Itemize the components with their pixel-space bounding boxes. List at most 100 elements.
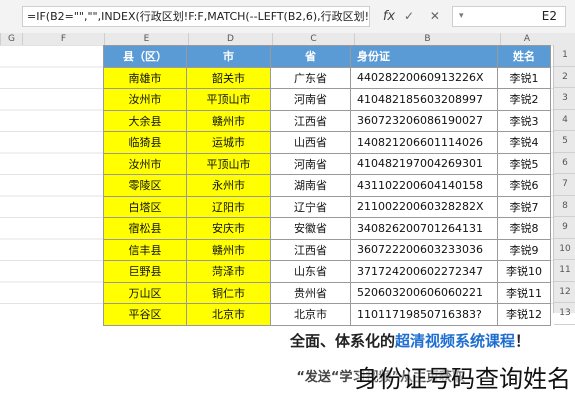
province-cell[interactable]: 江西省	[270, 109, 351, 132]
row-header[interactable]: 13	[554, 303, 575, 325]
name-cell[interactable]: 李锐3	[497, 109, 551, 132]
name-cell[interactable]: 李锐11	[497, 281, 551, 304]
formula-input[interactable]: =IF(B2="","",INDEX(行政区划!F:F,MATCH(--LEFT…	[22, 6, 370, 27]
city-cell[interactable]: 平顶山市	[186, 88, 271, 111]
county-cell[interactable]: 临猗县	[103, 131, 187, 154]
county-cell[interactable]: 信丰县	[103, 238, 187, 261]
id-number-cell[interactable]: 431102200604140158	[350, 174, 498, 197]
column-header-d[interactable]: D	[188, 33, 272, 45]
table-row: 宿松县 安庆市 安徽省 340826200701264131 李锐8	[103, 217, 551, 240]
insert-function-icon[interactable]: fx	[378, 6, 400, 27]
province-cell[interactable]: 山东省	[270, 260, 351, 283]
id-number-cell[interactable]: 140821206601114026	[350, 131, 498, 154]
city-cell[interactable]: 菏泽市	[186, 260, 271, 283]
id-number-cell[interactable]: 410482185603208997	[350, 88, 498, 111]
table-header-row: 县（区） 市 省 身份证 姓名	[103, 45, 551, 68]
province-cell[interactable]: 河南省	[270, 152, 351, 175]
row-header[interactable]: 7	[554, 174, 575, 196]
name-cell[interactable]: 李锐6	[497, 174, 551, 197]
promo-line-1: 全面、体系化的超清视频系统课程！	[270, 330, 530, 351]
province-cell[interactable]: 江西省	[270, 238, 351, 261]
name-box-value: E2	[541, 9, 557, 23]
province-cell[interactable]: 河南省	[270, 88, 351, 111]
row-header[interactable]: 2	[554, 67, 575, 88]
header-province-cell[interactable]: 省	[270, 45, 351, 68]
province-cell[interactable]: 广东省	[270, 66, 351, 89]
column-header-b[interactable]: B	[354, 33, 500, 45]
id-number-cell[interactable]: 11011719850716383?	[350, 303, 498, 326]
row-header[interactable]: 10	[554, 239, 575, 260]
row-header[interactable]: 6	[554, 153, 575, 174]
table-row: 万山区 铜仁市 贵州省 520603200606060221 李锐11	[103, 281, 551, 304]
row-header[interactable]: 9	[554, 217, 575, 239]
name-cell[interactable]: 李锐10	[497, 260, 551, 283]
county-cell[interactable]: 万山区	[103, 281, 187, 304]
province-cell[interactable]: 北京市	[270, 303, 351, 326]
id-number-cell[interactable]: 360723206086190027	[350, 109, 498, 132]
id-number-cell[interactable]: 371724200602272347	[350, 260, 498, 283]
county-cell[interactable]: 宿松县	[103, 217, 187, 240]
row-header[interactable]: 3	[554, 88, 575, 110]
row-header[interactable]: 5	[554, 131, 575, 153]
name-cell[interactable]: 李锐8	[497, 217, 551, 240]
id-number-cell[interactable]: 360722200603233036	[350, 238, 498, 261]
county-cell[interactable]: 白塔区	[103, 195, 187, 218]
county-cell[interactable]: 零陵区	[103, 174, 187, 197]
province-cell[interactable]: 山西省	[270, 131, 351, 154]
city-cell[interactable]: 北京市	[186, 303, 271, 326]
id-number-cell[interactable]: 410482197004269301	[350, 152, 498, 175]
city-cell[interactable]: 赣州市	[186, 238, 271, 261]
column-header-a[interactable]: A	[500, 33, 553, 45]
header-city-cell[interactable]: 市	[186, 45, 271, 68]
column-header-f[interactable]: F	[22, 33, 104, 45]
row-header[interactable]: 12	[554, 282, 575, 303]
city-cell[interactable]: 安庆市	[186, 217, 271, 240]
promo-line-1-highlight: 超清视频系统课程	[394, 332, 515, 350]
city-cell[interactable]: 韶关市	[186, 66, 271, 89]
city-cell[interactable]: 运城市	[186, 131, 271, 154]
chevron-down-icon[interactable]: ▾	[459, 7, 464, 26]
county-cell[interactable]: 汝州市	[103, 88, 187, 111]
table-row: 汝州市 平顶山市 河南省 410482185603208997 李锐2	[103, 88, 551, 111]
city-cell[interactable]: 赣州市	[186, 109, 271, 132]
county-cell[interactable]: 大余县	[103, 109, 187, 132]
table-row: 大余县 赣州市 江西省 360723206086190027 李锐3	[103, 109, 551, 132]
name-cell[interactable]: 李锐12	[497, 303, 551, 326]
row-header-bar: 1 2 3 4 5 6 7 8 9 10 11 12 13	[553, 45, 575, 325]
row-header[interactable]: 1	[554, 45, 575, 67]
province-cell[interactable]: 湖南省	[270, 174, 351, 197]
province-cell[interactable]: 辽宁省	[270, 195, 351, 218]
id-number-cell[interactable]: 340826200701264131	[350, 217, 498, 240]
name-cell[interactable]: 李锐5	[497, 152, 551, 175]
county-cell[interactable]: 汝州市	[103, 152, 187, 175]
province-cell[interactable]: 安徽省	[270, 217, 351, 240]
county-cell[interactable]: 南雄市	[103, 66, 187, 89]
row-header[interactable]: 4	[554, 110, 575, 131]
city-cell[interactable]: 辽阳市	[186, 195, 271, 218]
name-cell[interactable]: 李锐9	[497, 238, 551, 261]
row-header[interactable]: 8	[554, 196, 575, 217]
name-cell[interactable]: 李锐4	[497, 131, 551, 154]
name-cell[interactable]: 李锐1	[497, 66, 551, 89]
column-header-c[interactable]: C	[272, 33, 354, 45]
header-name-cell[interactable]: 姓名	[497, 45, 551, 68]
id-number-cell[interactable]: 21100220060328282X	[350, 195, 498, 218]
id-number-cell[interactable]: 520603200606060221	[350, 281, 498, 304]
city-cell[interactable]: 平顶山市	[186, 152, 271, 175]
column-header-e[interactable]: E	[104, 33, 188, 45]
name-box[interactable]: ▾ E2	[452, 6, 566, 27]
header-county-cell[interactable]: 县（区）	[103, 45, 187, 68]
city-cell[interactable]: 铜仁市	[186, 281, 271, 304]
id-number-cell[interactable]: 44028220060913226X	[350, 66, 498, 89]
column-header-g[interactable]: G	[0, 33, 22, 45]
row-header[interactable]: 11	[554, 260, 575, 282]
province-cell[interactable]: 贵州省	[270, 281, 351, 304]
name-cell[interactable]: 李锐2	[497, 88, 551, 111]
city-cell[interactable]: 永州市	[186, 174, 271, 197]
name-cell[interactable]: 李锐7	[497, 195, 551, 218]
table-row: 白塔区 辽阳市 辽宁省 21100220060328282X 李锐7	[103, 195, 551, 218]
header-id-cell[interactable]: 身份证	[350, 45, 498, 68]
county-cell[interactable]: 巨野县	[103, 260, 187, 283]
county-cell[interactable]: 平谷区	[103, 303, 187, 326]
table-row: 平谷区 北京市 北京市 11011719850716383? 李锐12	[103, 303, 551, 326]
